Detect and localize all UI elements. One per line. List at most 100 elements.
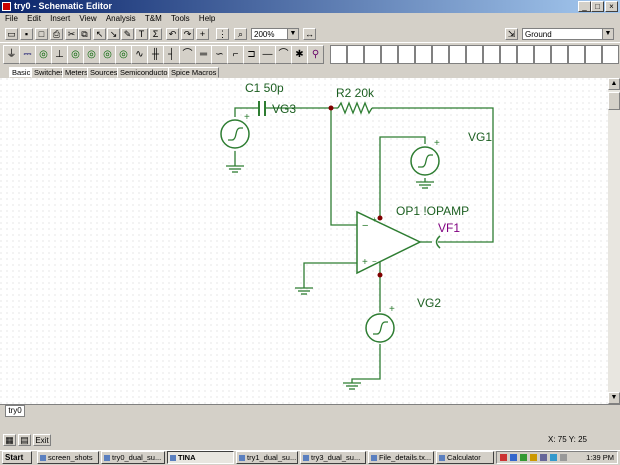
- empty-slot[interactable]: [602, 45, 619, 64]
- empty-slot[interactable]: [568, 45, 585, 64]
- ac-source-icon[interactable]: ◎: [115, 45, 132, 64]
- redo-icon[interactable]: ↷: [181, 28, 194, 40]
- schematic-canvas[interactable]: + + + − + + − C1 50p R2 20k VG3 VG1 OP1 …: [0, 78, 608, 404]
- ground-component-icon[interactable]: ⏚: [3, 45, 20, 64]
- empty-slot[interactable]: [551, 45, 568, 64]
- menu-tools[interactable]: Tools: [171, 14, 190, 23]
- copy-icon[interactable]: ⧉: [78, 28, 91, 40]
- tab-spice-macros[interactable]: Spice Macros: [168, 67, 220, 78]
- save-icon[interactable]: ▪: [20, 28, 33, 40]
- maximize-button[interactable]: □: [591, 1, 604, 12]
- menu-help[interactable]: Help: [199, 14, 215, 23]
- tray-icon[interactable]: [540, 454, 547, 461]
- select-wire-icon[interactable]: ↘: [107, 28, 120, 40]
- text-icon[interactable]: T: [135, 28, 148, 40]
- menu-tm[interactable]: T&M: [145, 14, 162, 23]
- junction-dot: [377, 215, 383, 221]
- menu-file[interactable]: File: [5, 14, 18, 23]
- probe-icon[interactable]: ⚲: [307, 45, 324, 64]
- component-select[interactable]: Ground ▼: [522, 28, 614, 40]
- relay-icon[interactable]: ⊐: [243, 45, 260, 64]
- open-folder-icon[interactable]: ▭: [5, 28, 18, 40]
- task-calculator[interactable]: Calculator: [436, 451, 494, 464]
- empty-slot[interactable]: [483, 45, 500, 64]
- electrolytic-capacitor-icon[interactable]: ┤: [163, 45, 180, 64]
- tab-sources[interactable]: Sources: [87, 67, 121, 78]
- task-tina[interactable]: TINA: [167, 451, 234, 464]
- sheet-tab-try0[interactable]: try0: [5, 405, 25, 417]
- scroll-thumb[interactable]: [608, 92, 620, 110]
- minimize-button[interactable]: _: [578, 1, 591, 12]
- start-button[interactable]: Start: [2, 451, 32, 464]
- current-source-icon[interactable]: ◎: [83, 45, 100, 64]
- close-button[interactable]: ×: [605, 1, 618, 12]
- select-arrow-icon[interactable]: ↖: [93, 28, 106, 40]
- voltage-source-icon[interactable]: ◎: [35, 45, 52, 64]
- battery-component-icon[interactable]: ⎓: [19, 45, 36, 64]
- print-icon[interactable]: ⎙: [50, 28, 63, 40]
- pencil-icon[interactable]: ✎: [121, 28, 134, 40]
- empty-slot[interactable]: [330, 45, 347, 64]
- menu-view[interactable]: View: [79, 14, 96, 23]
- empty-slot[interactable]: [449, 45, 466, 64]
- wire-icon[interactable]: —: [259, 45, 276, 64]
- vertical-scrollbar[interactable]: [608, 78, 620, 404]
- jumper-icon[interactable]: ⌒: [275, 45, 292, 64]
- security-icon[interactable]: [520, 454, 527, 461]
- task-try3[interactable]: try3_dual_su...: [300, 451, 366, 464]
- empty-slot[interactable]: [585, 45, 602, 64]
- empty-slot[interactable]: [500, 45, 517, 64]
- volume-icon[interactable]: [530, 454, 537, 461]
- empty-slot[interactable]: [517, 45, 534, 64]
- menu-insert[interactable]: Insert: [50, 14, 70, 23]
- scroll-down-icon[interactable]: ▼: [608, 392, 620, 404]
- switch-icon[interactable]: ⌐: [227, 45, 244, 64]
- task-screen-shots[interactable]: screen_shots: [37, 451, 99, 464]
- empty-slot[interactable]: [364, 45, 381, 64]
- task-file-details[interactable]: File_details.tx...: [368, 451, 434, 464]
- scroll-up-icon[interactable]: ▲: [608, 78, 620, 90]
- capacitor-icon[interactable]: ╫: [147, 45, 164, 64]
- generator-icon[interactable]: ◎: [67, 45, 84, 64]
- clock[interactable]: 1:39 PM: [586, 452, 614, 463]
- empty-slot[interactable]: [381, 45, 398, 64]
- zoom-select[interactable]: 200% ▼: [251, 28, 299, 40]
- empty-slot[interactable]: [432, 45, 449, 64]
- tab-basic[interactable]: Basic: [9, 67, 34, 78]
- empty-slot[interactable]: [398, 45, 415, 64]
- empty-slot[interactable]: [534, 45, 551, 64]
- coil-icon[interactable]: ∽: [211, 45, 228, 64]
- lamp-icon[interactable]: ✱: [291, 45, 308, 64]
- inductor-icon[interactable]: ⌒: [179, 45, 196, 64]
- grid-icon[interactable]: ⋮: [216, 28, 229, 40]
- tray-app-icon[interactable]: [500, 454, 507, 461]
- chevron-down-icon[interactable]: ▼: [602, 29, 613, 39]
- menu-analysis[interactable]: Analysis: [106, 14, 136, 23]
- crosshair-icon[interactable]: +: [196, 28, 209, 40]
- formula-icon[interactable]: Σ: [149, 28, 162, 40]
- fit-page-icon[interactable]: ↔: [303, 28, 316, 40]
- pcb-view-icon[interactable]: ▤: [18, 434, 31, 446]
- new-file-icon[interactable]: □: [35, 28, 48, 40]
- empty-slot[interactable]: [415, 45, 432, 64]
- task-try0[interactable]: try0_dual_su...: [101, 451, 165, 464]
- transformer-icon[interactable]: ═: [195, 45, 212, 64]
- place-component-icon[interactable]: ⇲: [505, 28, 518, 40]
- chevron-down-icon[interactable]: ▼: [287, 29, 298, 39]
- zoom-icon[interactable]: ⌕: [234, 28, 247, 40]
- empty-slot[interactable]: [347, 45, 364, 64]
- task-try1[interactable]: try1_dual_su...: [236, 451, 298, 464]
- battery-icon[interactable]: ⊥: [51, 45, 68, 64]
- undo-icon[interactable]: ↶: [166, 28, 179, 40]
- empty-slot[interactable]: [466, 45, 483, 64]
- network-icon[interactable]: [510, 454, 517, 461]
- resistor-icon[interactable]: ∿: [131, 45, 148, 64]
- cut-icon[interactable]: ✂: [65, 28, 78, 40]
- schematic-view-icon[interactable]: ▦: [3, 434, 16, 446]
- tray-icon[interactable]: [550, 454, 557, 461]
- exit-button[interactable]: Exit: [33, 434, 51, 446]
- app-icon[interactable]: [2, 2, 11, 11]
- pulse-source-icon[interactable]: ◎: [99, 45, 116, 64]
- menu-edit[interactable]: Edit: [27, 14, 41, 23]
- tray-icon[interactable]: [560, 454, 567, 461]
